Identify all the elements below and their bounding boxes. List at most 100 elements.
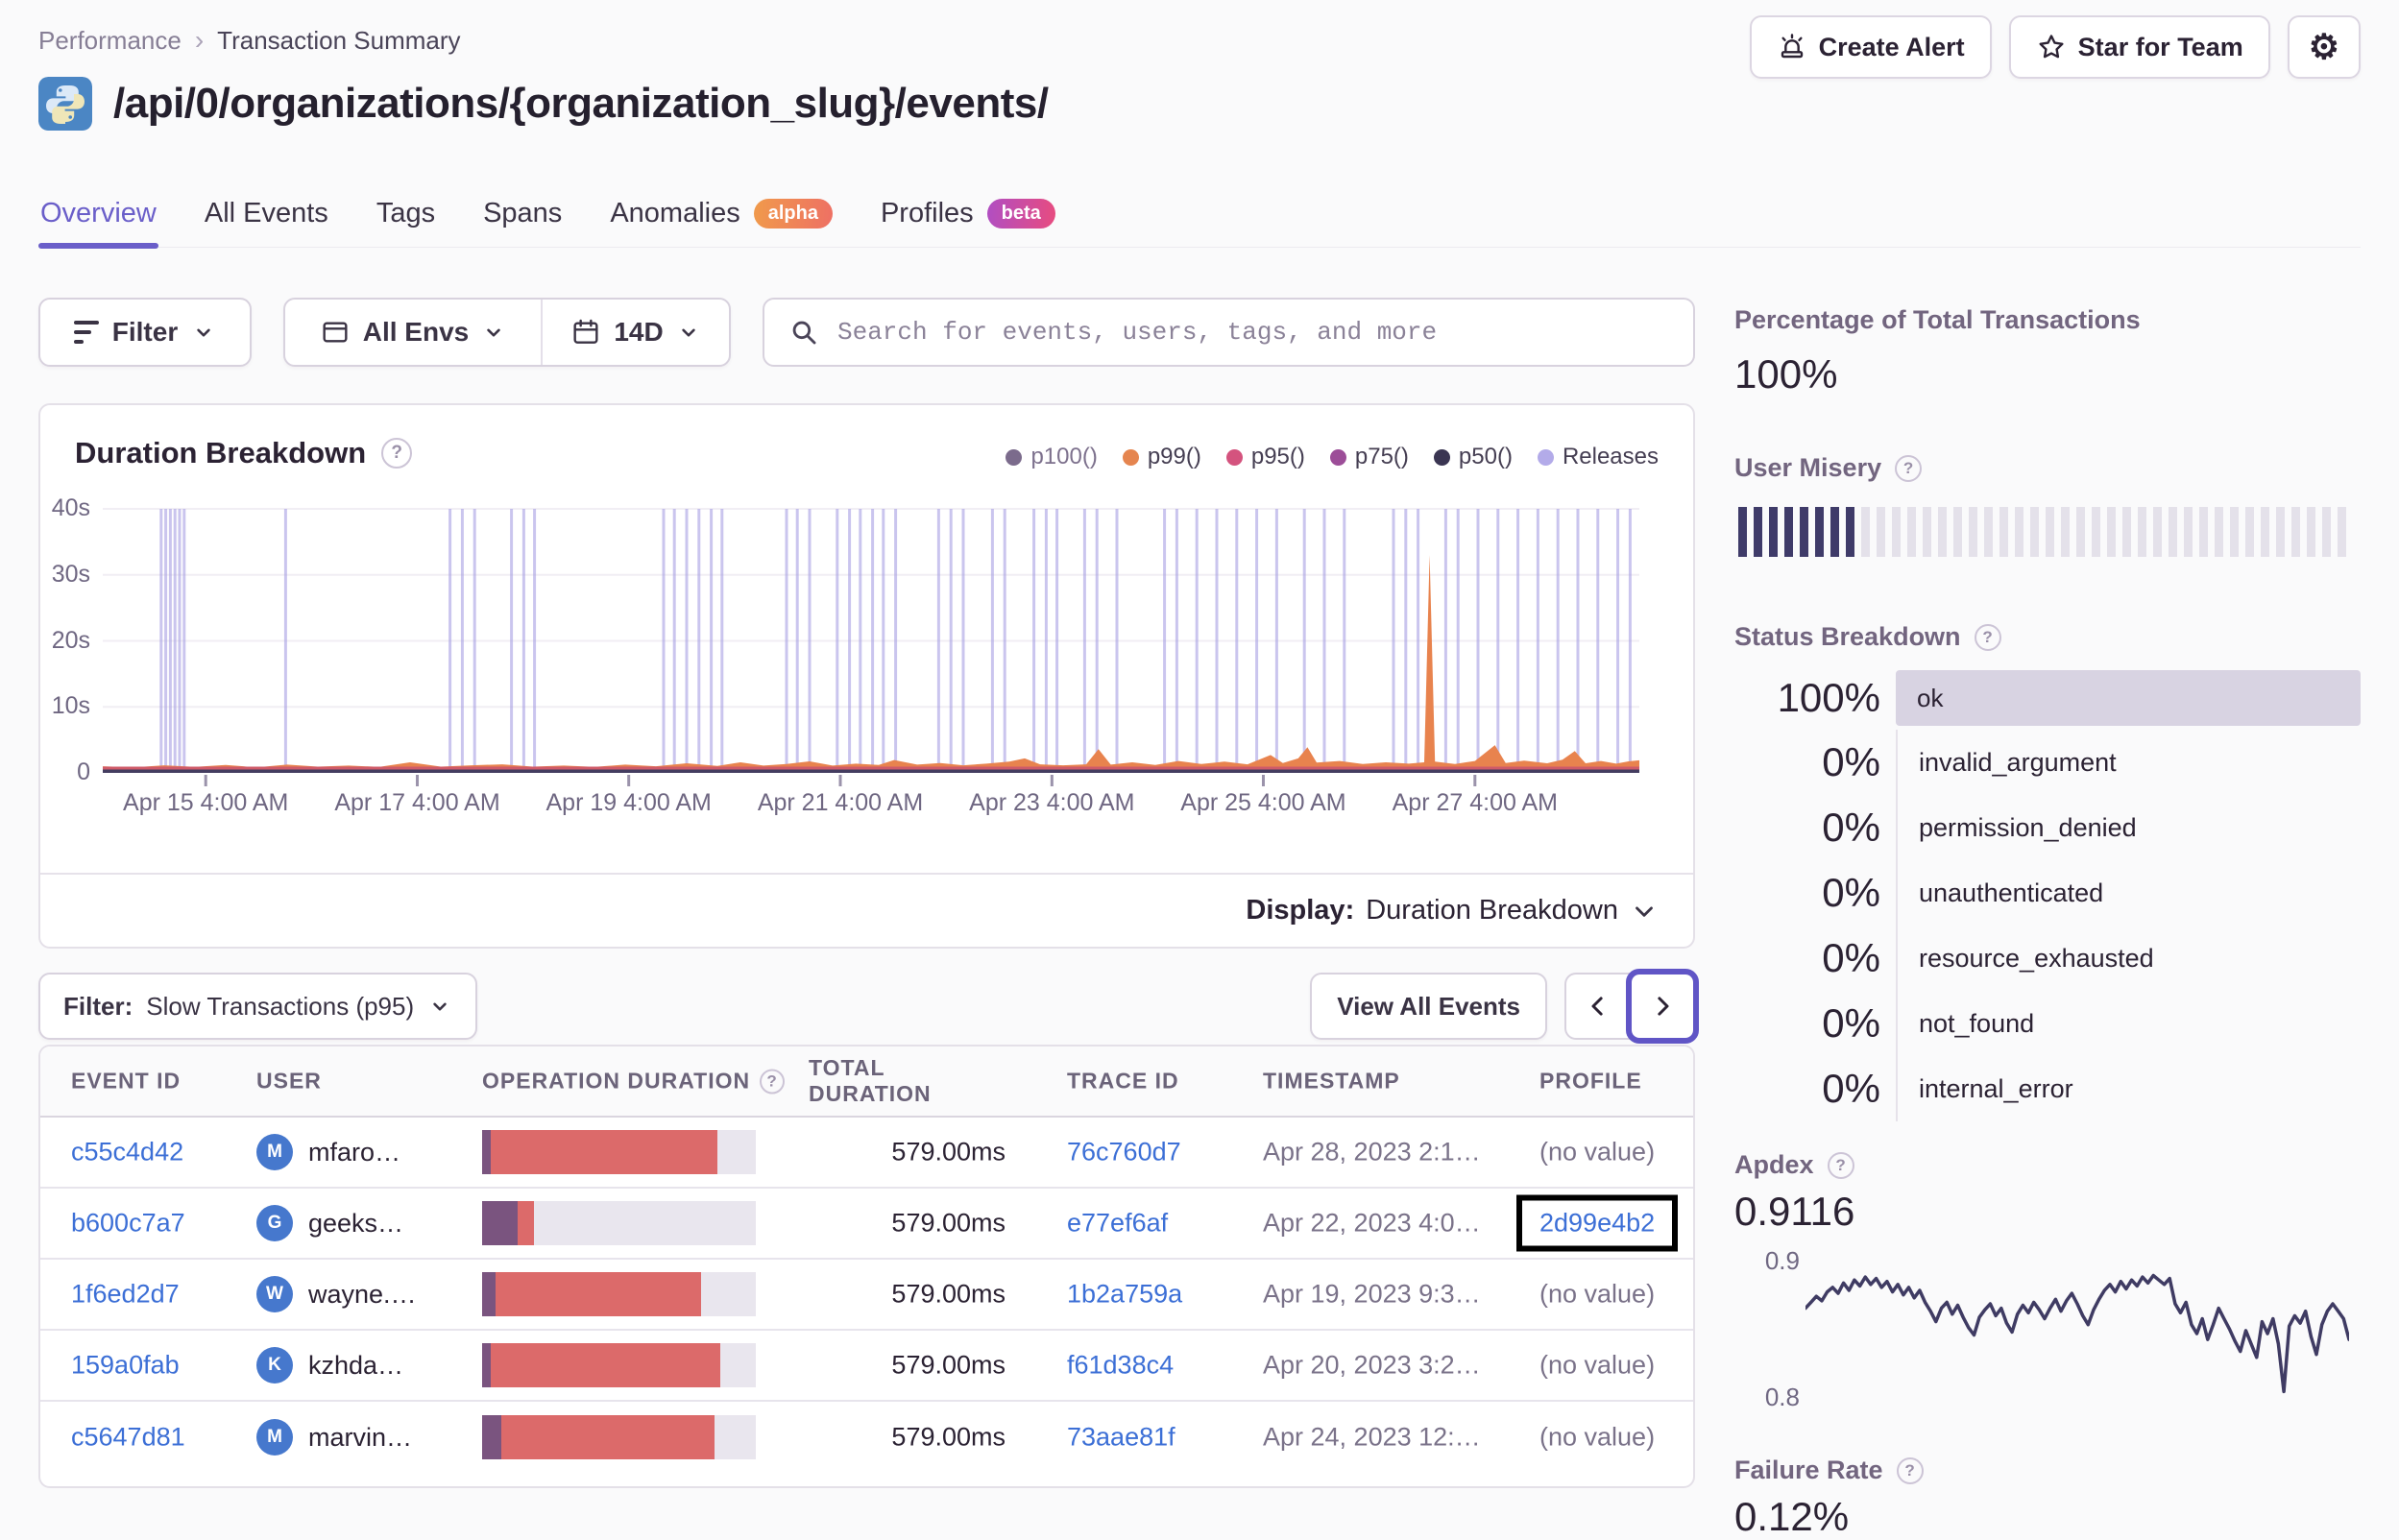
duration-breakdown-panel: Duration Breakdown ? p100() p99() p95() p75…: [38, 403, 1695, 949]
beta-badge: beta: [986, 199, 1055, 229]
status-label: not_found: [1896, 991, 2034, 1056]
date-range-selector[interactable]: 14D: [541, 300, 729, 365]
legend-dot: [1122, 448, 1139, 466]
display-dropdown[interactable]: Duration Breakdown: [1366, 895, 1618, 926]
next-page-button[interactable]: [1626, 969, 1699, 1044]
avatar: K: [256, 1347, 293, 1384]
user-cell: Mmarvin…: [256, 1419, 412, 1456]
event-id-link[interactable]: c5647d81: [71, 1423, 185, 1453]
operation-duration-bar: [482, 1415, 756, 1459]
legend-item[interactable]: Releases: [1537, 444, 1659, 470]
previous-page-button[interactable]: [1564, 973, 1630, 1040]
table-header-row: EVENT ID USER OPERATION DURATION? TOTAL DUR…: [40, 1047, 1693, 1118]
legend-label: p95(): [1250, 444, 1305, 469]
filter-bar: Filter All Envs 14D: [38, 298, 1695, 367]
help-icon[interactable]: ?: [1827, 1151, 1854, 1179]
search-box[interactable]: [763, 298, 1695, 367]
chevron-down-icon: [433, 1002, 447, 1011]
help-icon[interactable]: ?: [760, 1069, 786, 1094]
env-date-group: All Envs 14D: [283, 298, 731, 367]
help-icon[interactable]: ?: [1896, 1456, 1924, 1484]
legend-item[interactable]: p75(): [1329, 444, 1409, 470]
search-input[interactable]: [837, 300, 1670, 365]
y-axis-tick-label: 20s: [51, 626, 90, 654]
profile-link[interactable]: 2d99e4b2: [1539, 1209, 1655, 1238]
breadcrumb-performance[interactable]: Performance: [38, 26, 182, 56]
total-duration: 579.00ms: [891, 1350, 1006, 1380]
misery-bar-empty: [2122, 507, 2131, 557]
status-row: 0% unauthenticated: [1734, 860, 2361, 926]
tab-tags[interactable]: Tags: [375, 198, 437, 247]
tab-overview[interactable]: Overview: [38, 198, 158, 249]
apdex-axis-bottom-label: 0.8: [1764, 1383, 1800, 1411]
y-axis-tick-label: 40s: [51, 494, 90, 521]
duration-chart-plot[interactable]: [103, 508, 1639, 786]
tab-profiles[interactable]: Profiles beta: [879, 198, 1057, 247]
apdex-value: 0.9116: [1734, 1189, 1855, 1234]
tab-spans[interactable]: Spans: [481, 198, 564, 247]
view-all-events-button[interactable]: View All Events: [1310, 973, 1547, 1040]
tab-anomalies[interactable]: Anomalies alpha: [608, 198, 835, 247]
legend-item[interactable]: p100(): [1006, 444, 1098, 470]
title-row: /api/0/organizations/{organization_slug}…: [38, 77, 1049, 131]
profile-cell[interactable]: 2d99e4b2: [1516, 1194, 1679, 1252]
status-percentage: 100%: [1777, 675, 1880, 720]
tab-all-events[interactable]: All Events: [203, 198, 330, 247]
misery-bar-empty: [2015, 507, 2023, 557]
x-axis-tick-label: Apr 17 4:00 AM: [334, 789, 500, 816]
operation-duration-bar: [482, 1130, 756, 1174]
column-header[interactable]: TOTAL DURATION: [809, 1055, 1006, 1107]
event-id-link[interactable]: b600c7a7: [71, 1209, 185, 1239]
column-header[interactable]: PROFILE: [1539, 1069, 1642, 1095]
chevron-down-icon: [197, 328, 210, 337]
apdex-sparkline: [1805, 1273, 2349, 1394]
total-duration: 579.00ms: [891, 1422, 1006, 1452]
status-row: 0% internal_error: [1734, 1056, 2361, 1121]
chart-legend: p100() p99() p95() p75() p50() Releases: [1006, 444, 1659, 470]
help-icon[interactable]: ?: [1974, 623, 2001, 651]
y-axis-tick-label: 30s: [51, 560, 90, 588]
help-icon[interactable]: ?: [1895, 454, 1923, 482]
event-id-link[interactable]: 1f6ed2d7: [71, 1280, 180, 1310]
x-axis-tick-label: Apr 27 4:00 AM: [1392, 789, 1558, 816]
event-filter-dropdown[interactable]: Filter: Slow Transactions (p95): [38, 973, 478, 1040]
trace-id-link[interactable]: 1b2a759a: [1067, 1280, 1182, 1310]
misery-bar-empty: [2076, 507, 2085, 557]
alpha-badge: alpha: [753, 199, 833, 229]
legend-item[interactable]: p50(): [1433, 444, 1513, 470]
event-id-link[interactable]: 159a0fab: [71, 1351, 180, 1381]
help-icon[interactable]: ?: [381, 438, 413, 469]
status-breakdown-list: 100% ok 0% invalid_argument 0% permission_den…: [1734, 666, 2361, 1121]
total-transactions-title: Percentage of Total Transactions: [1734, 305, 2141, 334]
filter-dropdown-button[interactable]: Filter: [38, 298, 252, 367]
trace-id-link[interactable]: 73aae81f: [1067, 1423, 1175, 1453]
misery-bar-empty: [2307, 507, 2315, 557]
column-header[interactable]: USER: [256, 1069, 322, 1095]
misery-bar-empty: [2184, 507, 2193, 557]
chevron-down-icon[interactable]: [1630, 897, 1659, 926]
misery-bar-empty: [2261, 507, 2269, 557]
calendar-icon: [573, 319, 598, 344]
status-label: invalid_argument: [1896, 730, 2117, 795]
environment-selector[interactable]: All Envs: [285, 300, 541, 365]
apdex-axis-top-label: 0.9: [1764, 1246, 1800, 1275]
event-id-link[interactable]: c55c4d42: [71, 1138, 183, 1167]
trace-id-link[interactable]: e77ef6af: [1067, 1209, 1168, 1239]
legend-item[interactable]: p99(): [1122, 444, 1201, 470]
trace-id-link[interactable]: 76c760d7: [1067, 1138, 1181, 1167]
user-cell: Wwayne.…: [256, 1276, 417, 1312]
legend-item[interactable]: p95(): [1225, 444, 1305, 470]
column-header[interactable]: EVENT ID: [71, 1069, 181, 1095]
status-percentage: 0%: [1822, 935, 1880, 980]
timestamp: Apr 24, 2023 12:…: [1263, 1422, 1481, 1452]
y-axis-tick-label: 0: [77, 758, 90, 785]
trace-id-link[interactable]: f61d38c4: [1067, 1351, 1174, 1381]
column-header[interactable]: OPERATION DURATION?: [482, 1069, 786, 1095]
misery-bar-empty: [1953, 507, 1962, 557]
column-header[interactable]: TRACE ID: [1067, 1069, 1179, 1095]
legend-label: p75(): [1354, 444, 1409, 469]
misery-bar-empty: [2046, 507, 2054, 557]
chevron-down-icon: [487, 328, 500, 337]
column-header[interactable]: TIMESTAMP: [1263, 1069, 1400, 1095]
misery-bar-empty: [1907, 507, 1916, 557]
